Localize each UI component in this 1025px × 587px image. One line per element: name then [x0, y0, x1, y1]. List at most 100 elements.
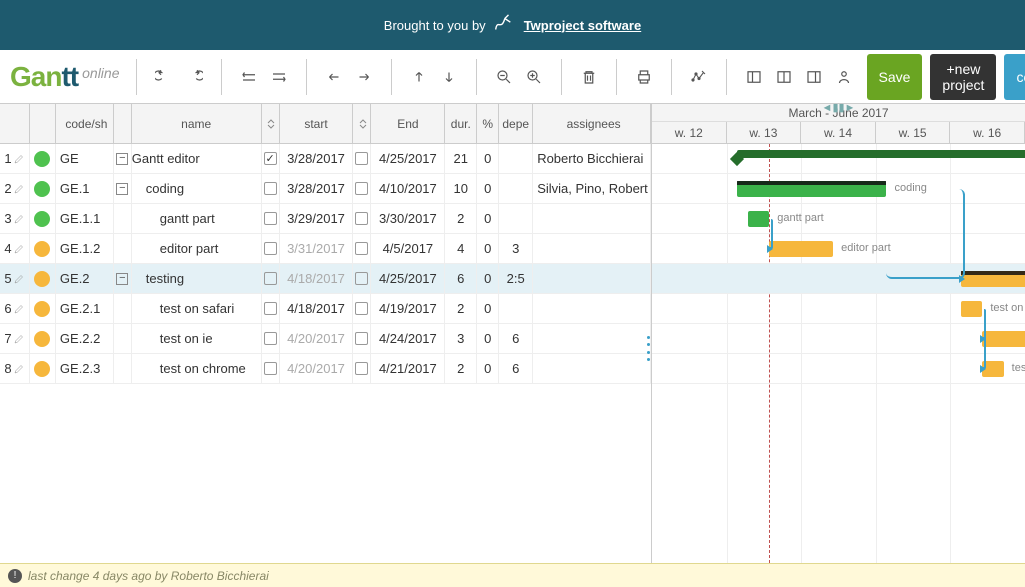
- undo-icon[interactable]: [152, 65, 176, 89]
- col-code[interactable]: code/sh: [56, 104, 114, 143]
- expander-icon[interactable]: −: [116, 153, 128, 165]
- start-cell[interactable]: 3/28/2017: [280, 144, 354, 173]
- end-milestone-cell[interactable]: [353, 204, 371, 233]
- assignees-cell[interactable]: [533, 204, 651, 233]
- status-cell[interactable]: [30, 324, 56, 353]
- checkbox-icon[interactable]: [355, 242, 368, 255]
- expand-cell[interactable]: [114, 294, 132, 323]
- code-cell[interactable]: GE: [56, 144, 114, 173]
- gantt-row[interactable]: editor part: [652, 234, 1025, 264]
- start-milestone-cell[interactable]: [262, 204, 280, 233]
- dur-cell[interactable]: 2: [445, 204, 477, 233]
- assignees-cell[interactable]: [533, 324, 651, 353]
- gantt-row[interactable]: test on chrome: [652, 354, 1025, 384]
- code-cell[interactable]: GE.1.2: [56, 234, 114, 263]
- checkbox-icon[interactable]: [264, 302, 277, 315]
- collaborate-button[interactable]: collaborate: [1004, 54, 1025, 100]
- gantt-summary-bar[interactable]: [737, 150, 1025, 158]
- gantt-body[interactable]: Gantt editorcodinggantt parteditor partt…: [652, 144, 1025, 563]
- pct-cell[interactable]: 0: [477, 294, 499, 323]
- pct-cell[interactable]: 0: [477, 354, 499, 383]
- zoom-out-icon[interactable]: [492, 65, 516, 89]
- name-cell[interactable]: test on chrome: [132, 354, 262, 383]
- checkbox-icon[interactable]: [264, 332, 277, 345]
- expand-cell[interactable]: −: [114, 144, 132, 173]
- view-split-right-icon[interactable]: [802, 65, 826, 89]
- end-cell[interactable]: 4/24/2017: [371, 324, 445, 353]
- view-split-left-icon[interactable]: [742, 65, 766, 89]
- redo-icon[interactable]: [182, 65, 206, 89]
- table-row[interactable]: 7GE.2.2test on ie4/20/20174/24/2017306: [0, 324, 651, 354]
- name-cell[interactable]: gantt part: [132, 204, 262, 233]
- pct-cell[interactable]: 0: [477, 234, 499, 263]
- assignees-cell[interactable]: [533, 234, 651, 263]
- checkbox-icon[interactable]: [264, 242, 277, 255]
- end-cell[interactable]: 4/10/2017: [371, 174, 445, 203]
- view-split-center-icon[interactable]: [772, 65, 796, 89]
- dur-cell[interactable]: 2: [445, 354, 477, 383]
- gantt-scroll-handle[interactable]: ◄▮▮►: [822, 101, 856, 114]
- dep-cell[interactable]: 6: [499, 354, 533, 383]
- edit-icon[interactable]: [13, 243, 25, 255]
- gantt-bar[interactable]: [748, 211, 769, 227]
- col-dep[interactable]: depe: [499, 104, 533, 143]
- dur-cell[interactable]: 2: [445, 294, 477, 323]
- checkbox-icon[interactable]: [355, 212, 368, 225]
- gantt-row[interactable]: testing: [652, 264, 1025, 294]
- assignees-cell[interactable]: Roberto Bicchierai: [533, 144, 651, 173]
- checkbox-icon[interactable]: [264, 212, 277, 225]
- start-cell[interactable]: 4/20/2017: [280, 324, 354, 353]
- banner-link[interactable]: Twproject software: [524, 18, 642, 33]
- col-assignees[interactable]: assignees: [533, 104, 651, 143]
- start-cell[interactable]: 3/28/2017: [280, 174, 354, 203]
- table-row[interactable]: 4GE.1.2editor part3/31/20174/5/2017403: [0, 234, 651, 264]
- zoom-in-icon[interactable]: [522, 65, 546, 89]
- new-project-button[interactable]: +new project: [930, 54, 996, 100]
- end-cell[interactable]: 4/21/2017: [371, 354, 445, 383]
- code-cell[interactable]: GE.2.1: [56, 294, 114, 323]
- table-row[interactable]: 1GE−Gantt editor3/28/20174/25/2017210Rob…: [0, 144, 651, 174]
- expand-cell[interactable]: [114, 354, 132, 383]
- dur-cell[interactable]: 21: [445, 144, 477, 173]
- end-milestone-cell[interactable]: [353, 174, 371, 203]
- start-cell[interactable]: 4/20/2017: [280, 354, 354, 383]
- col-pct[interactable]: %: [477, 104, 499, 143]
- checkbox-icon[interactable]: [264, 152, 277, 165]
- dep-cell[interactable]: 6: [499, 324, 533, 353]
- gantt-bar[interactable]: [961, 301, 982, 317]
- status-cell[interactable]: [30, 264, 56, 293]
- checkbox-icon[interactable]: [355, 302, 368, 315]
- dur-cell[interactable]: 10: [445, 174, 477, 203]
- col-name[interactable]: name: [132, 104, 262, 143]
- start-milestone-cell[interactable]: [262, 294, 280, 323]
- expand-cell[interactable]: −: [114, 174, 132, 203]
- table-row[interactable]: 2GE.1−coding3/28/20174/10/2017100Silvia,…: [0, 174, 651, 204]
- edit-icon[interactable]: [13, 213, 25, 225]
- col-end[interactable]: End: [371, 104, 445, 143]
- status-cell[interactable]: [30, 174, 56, 203]
- name-cell[interactable]: Gantt editor: [132, 144, 262, 173]
- move-down-icon[interactable]: [437, 65, 461, 89]
- edit-icon[interactable]: [13, 303, 25, 315]
- indent-icon[interactable]: [352, 65, 376, 89]
- dur-cell[interactable]: 4: [445, 234, 477, 263]
- table-row[interactable]: 3GE.1.1gantt part3/29/20173/30/201720: [0, 204, 651, 234]
- start-cell[interactable]: 4/18/2017: [280, 294, 354, 323]
- dep-cell[interactable]: [499, 294, 533, 323]
- critical-path-icon[interactable]: [687, 65, 711, 89]
- end-milestone-cell[interactable]: [353, 234, 371, 263]
- delete-icon[interactable]: [577, 65, 601, 89]
- checkbox-icon[interactable]: [355, 272, 368, 285]
- dep-cell[interactable]: [499, 144, 533, 173]
- code-cell[interactable]: GE.1.1: [56, 204, 114, 233]
- status-cell[interactable]: [30, 144, 56, 173]
- dur-cell[interactable]: 6: [445, 264, 477, 293]
- dur-cell[interactable]: 3: [445, 324, 477, 353]
- dep-cell[interactable]: 3: [499, 234, 533, 263]
- status-cell[interactable]: [30, 204, 56, 233]
- start-cell[interactable]: 3/31/2017: [280, 234, 354, 263]
- name-cell[interactable]: test on ie: [132, 324, 262, 353]
- assignees-cell[interactable]: [533, 264, 651, 293]
- assignees-cell[interactable]: [533, 294, 651, 323]
- pct-cell[interactable]: 0: [477, 174, 499, 203]
